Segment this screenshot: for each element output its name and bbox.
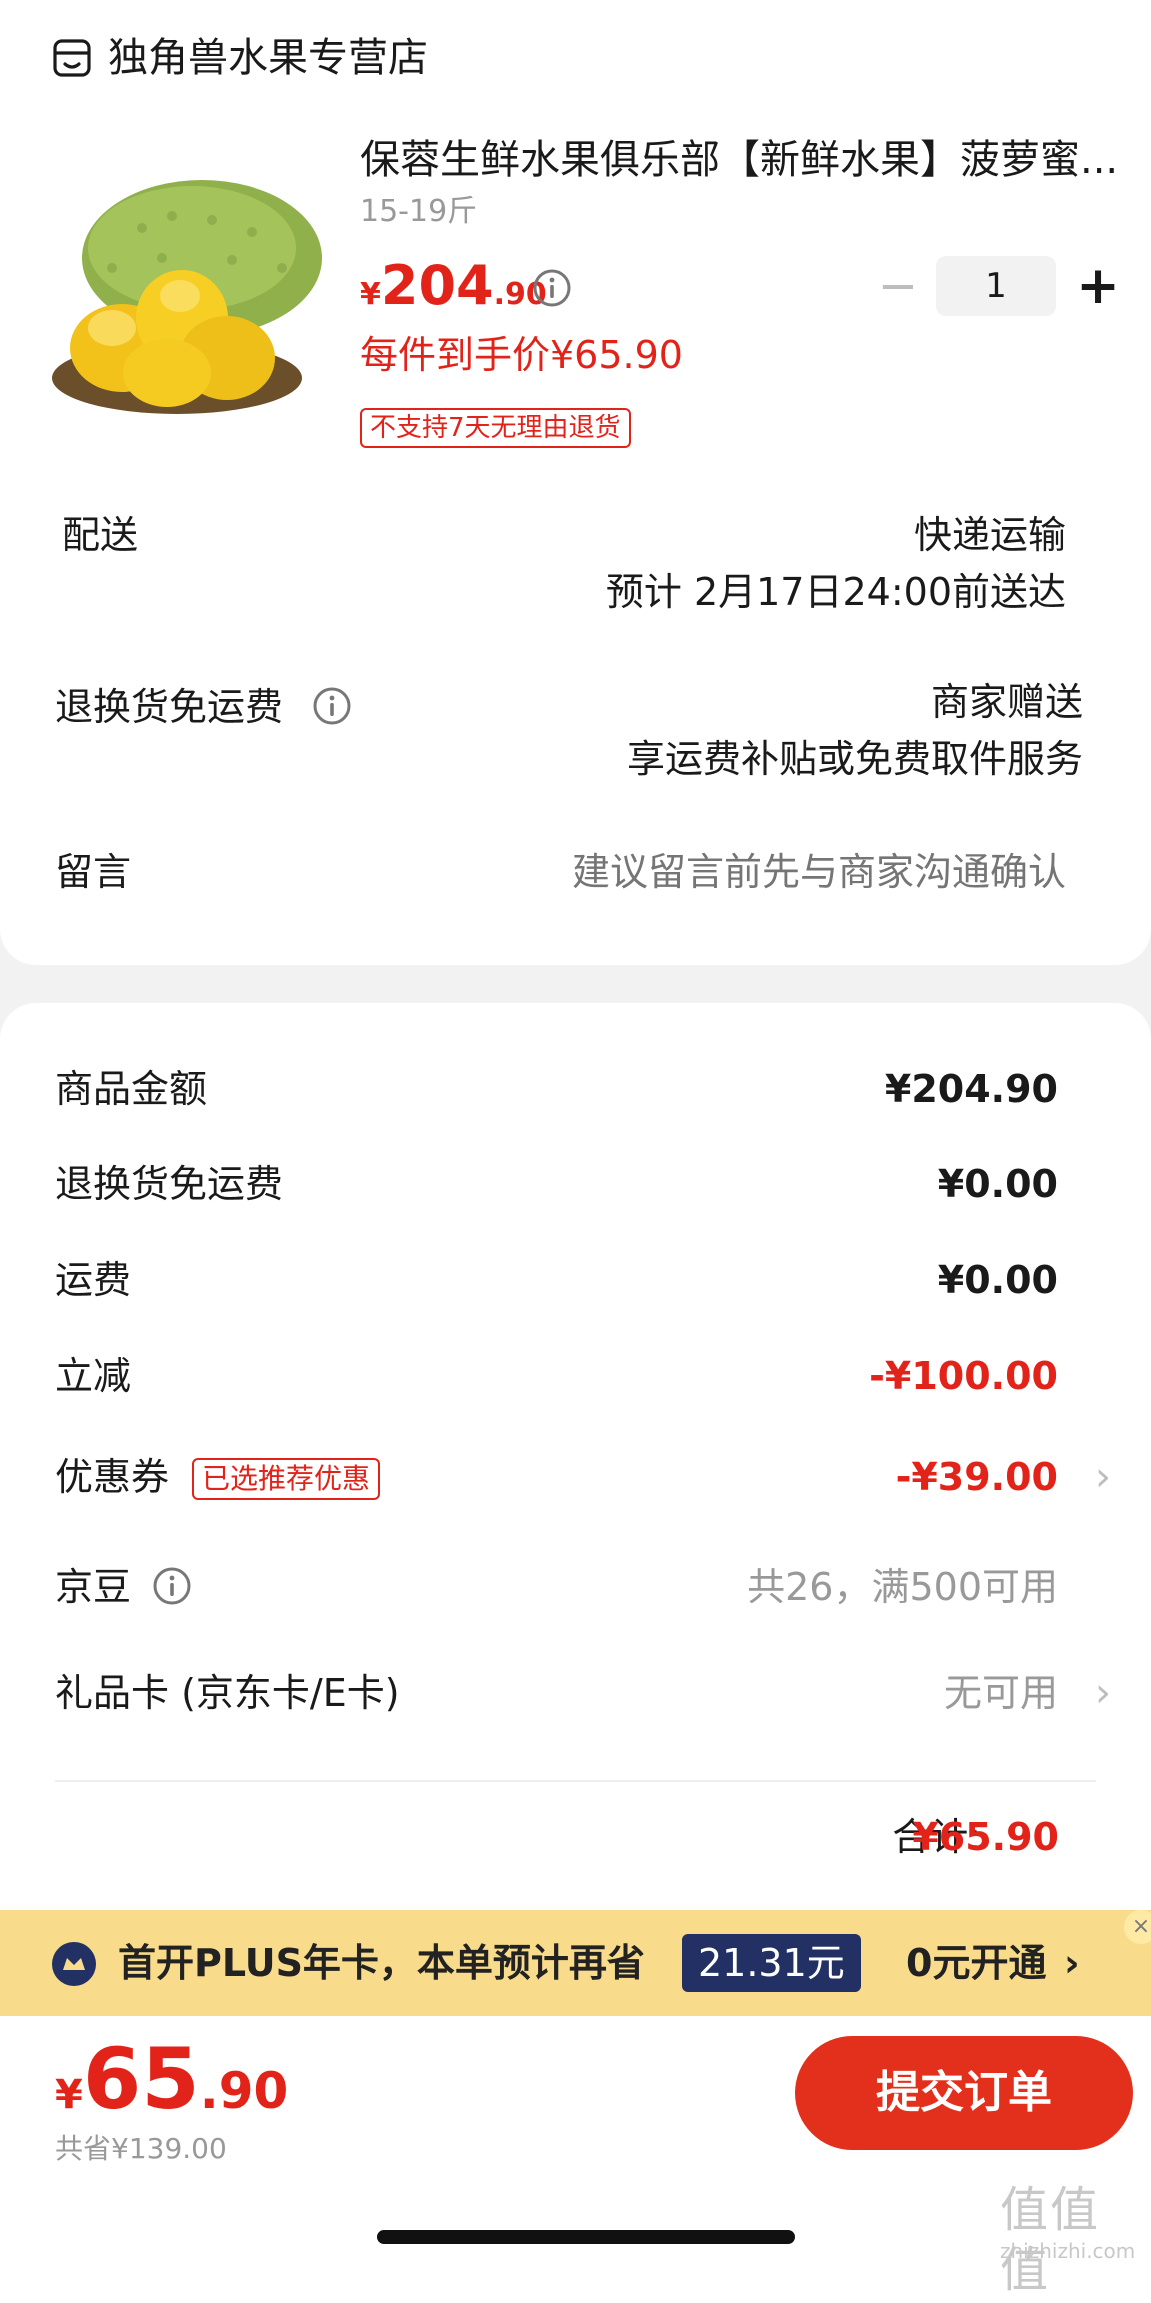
- goods-amount-value: ¥204.90: [884, 1067, 1058, 1111]
- price-symbol: ¥: [360, 277, 381, 312]
- price-info-icon[interactable]: [532, 268, 572, 308]
- goods-amount-label: 商品金额: [55, 1067, 208, 1111]
- product-title[interactable]: 保蓉生鲜水果俱乐部【新鲜水果】菠萝蜜...: [360, 132, 1120, 188]
- plus-open-link[interactable]: 0元开通: [906, 1934, 1046, 1992]
- payable-price-decimal: .90: [199, 2062, 289, 2120]
- quantity-decrease-button[interactable]: −: [876, 262, 920, 310]
- submit-order-button[interactable]: 提交订单: [795, 2036, 1133, 2150]
- instant-discount-label: 立减: [55, 1354, 132, 1398]
- coupon-label[interactable]: 优惠券: [55, 1450, 169, 1504]
- delivery-label: 配送: [62, 513, 139, 557]
- home-indicator[interactable]: [377, 2230, 795, 2244]
- message-input[interactable]: [446, 845, 1066, 899]
- total-saved: 共省¥139.00: [55, 2132, 227, 2165]
- instant-discount-value: -¥100.00: [869, 1354, 1058, 1398]
- product-price: ¥204.90: [360, 254, 547, 317]
- order-item-card: 独角兽水果专营店 保蓉生鲜水果俱乐部【新鲜水果】菠萝蜜... 15-19斤 ¥2…: [0, 0, 1151, 965]
- jackfruit-image: [52, 180, 322, 414]
- coupon-selected-tag[interactable]: 已选推荐优惠: [192, 1458, 381, 1500]
- plus-savings-badge: 21.31元: [682, 1934, 861, 1992]
- jd-beans-value: 共26，满500可用: [747, 1565, 1058, 1609]
- gift-card-label[interactable]: 礼品卡 (京东卡/E卡): [55, 1666, 400, 1720]
- price-integer: 204: [380, 254, 494, 317]
- payable-price: ¥65.90: [55, 2030, 288, 2128]
- product-image[interactable]: [52, 168, 324, 416]
- quantity-increase-button[interactable]: +: [1072, 258, 1124, 314]
- no-return-tag: 不支持7天无理由退货: [360, 408, 631, 448]
- gift-card-chevron-icon[interactable]: ›: [1095, 1666, 1111, 1720]
- plus-logo-icon: [52, 1942, 96, 1986]
- shipping-fee-label: 运费: [55, 1258, 132, 1302]
- return-shipping-detail: 享运费补贴或免费取件服务: [626, 737, 1083, 781]
- coupon-chevron-icon[interactable]: ›: [1095, 1450, 1111, 1504]
- return-fee-label: 退换货免运费: [55, 1162, 284, 1206]
- return-shipping-label: 退换货免运费: [55, 685, 284, 729]
- payable-price-symbol: ¥: [55, 2072, 83, 2118]
- payable-price-integer: 65: [82, 2030, 200, 2128]
- delivery-eta[interactable]: 预计 2月17日24:00前送达: [606, 565, 1066, 619]
- coupon-value[interactable]: -¥39.00: [896, 1450, 1058, 1504]
- jd-beans-label: 京豆: [55, 1565, 132, 1609]
- watermark-url: zhizhizhi.com: [1000, 2239, 1136, 2263]
- gift-card-value[interactable]: 无可用: [944, 1666, 1058, 1720]
- delivery-method[interactable]: 快递运输: [914, 508, 1066, 562]
- store-name[interactable]: 独角兽水果专营店: [108, 30, 428, 86]
- shipping-fee-value: ¥0.00: [937, 1258, 1058, 1302]
- product-spec[interactable]: 15-19斤: [360, 192, 477, 232]
- watermark-logo: 值值值 zhizhizhi.com: [1000, 2180, 1146, 2298]
- plus-banner-text: 首开PLUS年卡，本单预计再省: [118, 1941, 645, 1985]
- quantity-value[interactable]: 1: [936, 256, 1056, 316]
- jd-beans-info-icon[interactable]: [152, 1566, 192, 1606]
- per-item-price: 每件到手价¥65.90: [360, 333, 683, 377]
- return-shipping-provider: 商家赠送: [930, 680, 1083, 724]
- store-icon: [53, 39, 91, 77]
- plus-membership-banner[interactable]: 首开PLUS年卡，本单预计再省 21.31元 0元开通 › ×: [0, 1910, 1151, 2016]
- summary-divider: [55, 1780, 1096, 1782]
- plus-chevron-icon[interactable]: ›: [1064, 1934, 1080, 1992]
- message-label: 留言: [55, 850, 132, 894]
- return-shipping-info-icon[interactable]: [312, 686, 352, 726]
- close-icon[interactable]: ×: [1124, 1910, 1151, 1944]
- return-fee-value: ¥0.00: [937, 1162, 1058, 1206]
- total-value: ¥65.90: [912, 1815, 1059, 1859]
